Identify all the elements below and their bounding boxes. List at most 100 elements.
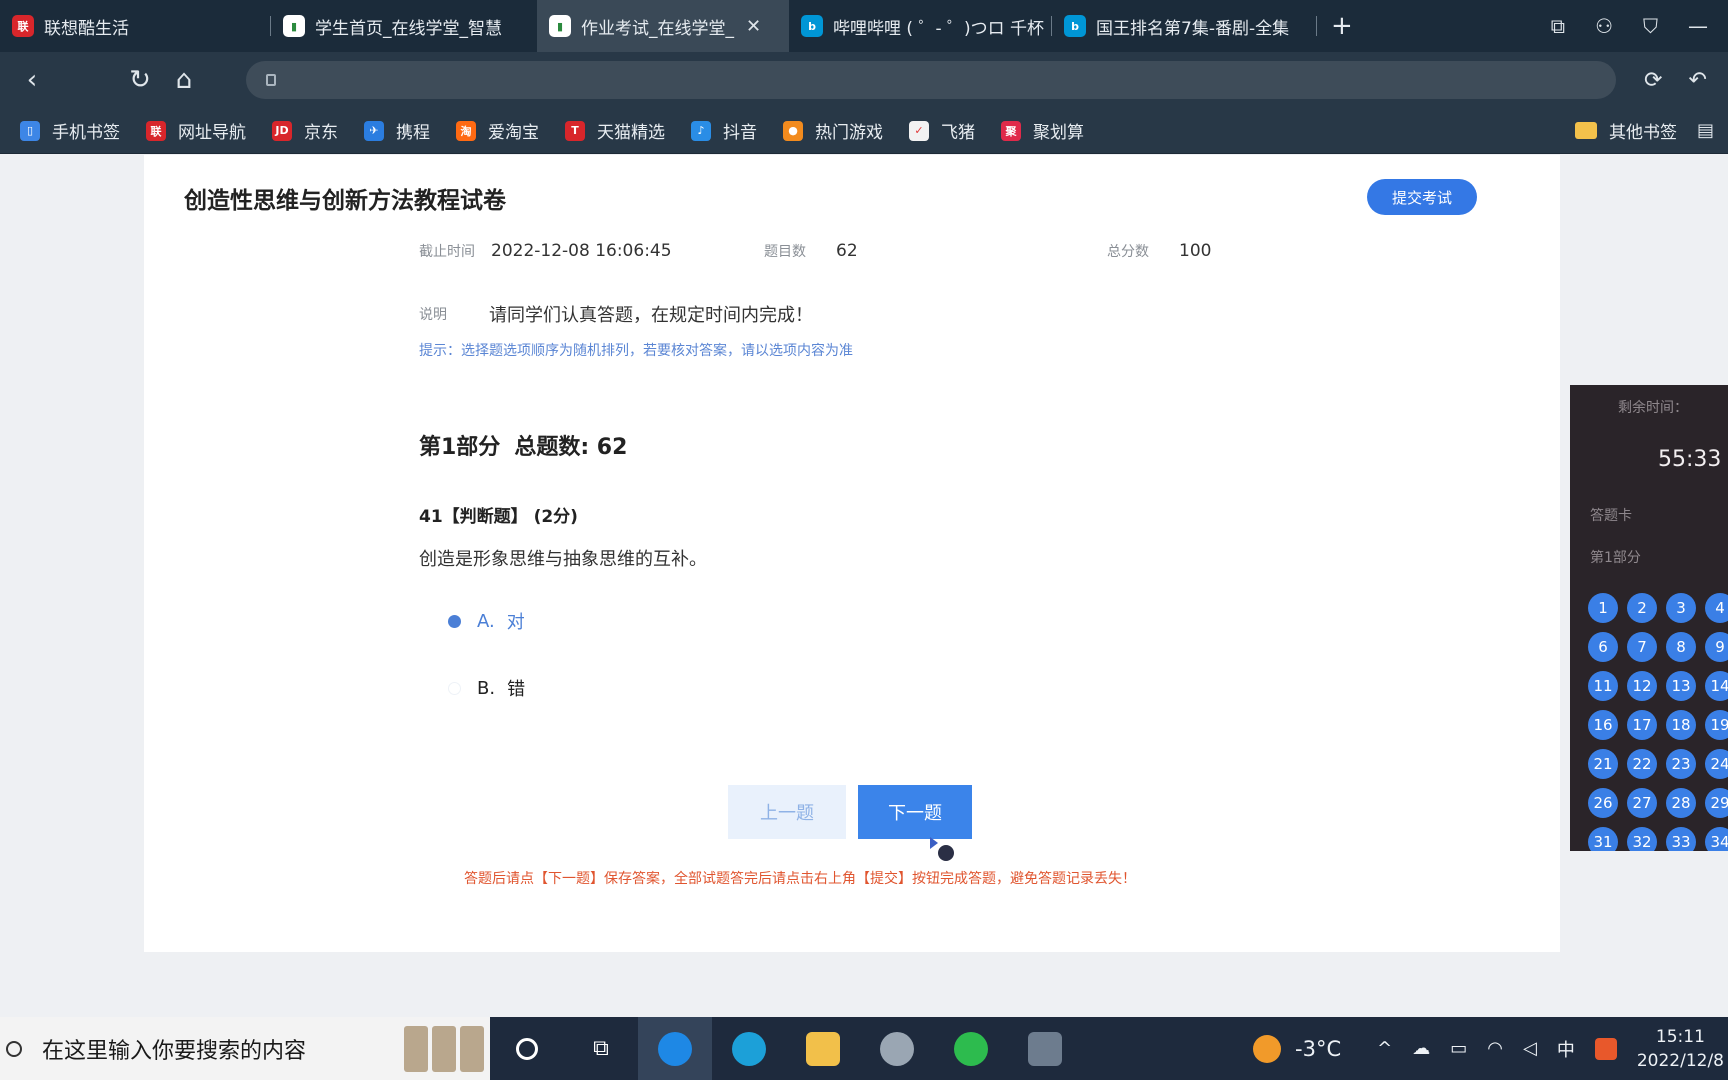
- prev-question-button[interactable]: 上一题: [728, 785, 846, 839]
- deadline-value: 2022-12-08 16:06:45: [491, 241, 672, 261]
- page-content: 创造性思维与创新方法教程试卷 提交考试 截止时间 2022-12-08 16:0…: [0, 155, 1728, 1017]
- question-number-button[interactable]: 17: [1627, 710, 1657, 740]
- url-field[interactable]: [246, 61, 1616, 99]
- skin-icon[interactable]: ⛉: [1643, 14, 1658, 38]
- bookmark-mobile[interactable]: ▯ 手机书签: [20, 118, 120, 143]
- wifi-icon[interactable]: ◠: [1487, 1038, 1503, 1059]
- option-a[interactable]: A. 对: [448, 608, 525, 634]
- question-number-button[interactable]: 34: [1705, 827, 1728, 851]
- xuetang-icon: ▮: [549, 15, 571, 37]
- bookmark-tmall[interactable]: T 天猫精选: [565, 118, 665, 143]
- volume-icon[interactable]: ◁: [1523, 1038, 1537, 1059]
- cortana-icon[interactable]: [490, 1017, 564, 1080]
- question-number-button[interactable]: 2: [1627, 593, 1657, 623]
- reading-list-icon[interactable]: ▤: [1697, 120, 1714, 141]
- question-number-button[interactable]: 16: [1588, 710, 1618, 740]
- question-number-button[interactable]: 7: [1627, 632, 1657, 662]
- edge-icon[interactable]: [712, 1017, 786, 1080]
- question-number-button[interactable]: 23: [1666, 749, 1696, 779]
- radio-selected-icon[interactable]: [448, 614, 461, 628]
- question-number-button[interactable]: 33: [1666, 827, 1696, 851]
- submit-exam-button[interactable]: 提交考试: [1367, 179, 1477, 215]
- next-question-button[interactable]: 下一题: [858, 785, 972, 839]
- pet-app-icon[interactable]: [860, 1017, 934, 1080]
- radio-empty-icon[interactable]: [448, 681, 461, 695]
- question-number-button[interactable]: 12: [1627, 671, 1657, 701]
- question-number-button[interactable]: 28: [1666, 788, 1696, 818]
- countdown-timer: 55:33: [1658, 447, 1722, 472]
- chevron-up-icon[interactable]: ^: [1377, 1038, 1392, 1059]
- exam-card: 创造性思维与创新方法教程试卷 提交考试 截止时间 2022-12-08 16:0…: [144, 155, 1560, 952]
- tab-bilibili-anime[interactable]: b 国王排名第7集-番剧-全集: [1052, 0, 1316, 52]
- question-number-button[interactable]: 19: [1705, 710, 1728, 740]
- tab-bilibili[interactable]: b 哔哩哔哩 ( ゜- ゜)つロ 千杯: [789, 0, 1051, 52]
- question-number-button[interactable]: 6: [1588, 632, 1618, 662]
- system-clock[interactable]: 15:11 2022/12/8: [1637, 1025, 1724, 1073]
- sync-icon[interactable]: ⟳: [1644, 68, 1662, 93]
- question-number-button[interactable]: 31: [1588, 827, 1618, 851]
- taskbar-apps: ⧉: [490, 1017, 1082, 1080]
- temperature[interactable]: -3°C: [1295, 1037, 1341, 1061]
- taskbar-search[interactable]: 在这里输入你要搜索的内容: [0, 1017, 490, 1080]
- incognito-icon[interactable]: ⚇: [1595, 14, 1613, 38]
- tab-exam[interactable]: ▮ 作业考试_在线学堂_ ✕: [537, 0, 789, 52]
- question-number-button[interactable]: 1: [1588, 593, 1618, 623]
- sogou-icon[interactable]: [1594, 1037, 1617, 1060]
- question-number-button[interactable]: 24: [1705, 749, 1728, 779]
- new-tab-button[interactable]: +: [1317, 11, 1367, 41]
- file-explorer-icon[interactable]: [786, 1017, 860, 1080]
- tab-lenovo[interactable]: 联 联想酷生活: [0, 0, 270, 52]
- remaining-time-label: 剩余时间：: [1618, 400, 1688, 416]
- search-icon: [6, 1040, 22, 1057]
- exam-title: 创造性思维与创新方法教程试卷: [184, 188, 506, 214]
- part-label: 第1部分: [1590, 550, 1641, 566]
- bookmark-ctrip[interactable]: ✈ 携程: [364, 118, 430, 143]
- question-number-button[interactable]: 22: [1627, 749, 1657, 779]
- question-number-button[interactable]: 29: [1705, 788, 1728, 818]
- bilibili-icon: b: [1064, 15, 1086, 37]
- question-number-button[interactable]: 11: [1588, 671, 1618, 701]
- bookmark-douyin[interactable]: ♪ 抖音: [691, 118, 757, 143]
- ime-indicator[interactable]: 中: [1557, 1036, 1575, 1062]
- tab-student-home[interactable]: ▮ 学生首页_在线学堂_智慧: [271, 0, 537, 52]
- question-number-button[interactable]: 26: [1588, 788, 1618, 818]
- question-number-button[interactable]: 18: [1666, 710, 1696, 740]
- juhuasuan-icon: 聚: [1001, 120, 1021, 141]
- question-number-button[interactable]: 8: [1666, 632, 1696, 662]
- battery-icon[interactable]: ▭: [1450, 1038, 1467, 1059]
- bookmark-nav[interactable]: 联 网址导航: [146, 118, 246, 143]
- question-number-button[interactable]: 14: [1705, 671, 1728, 701]
- question-number-button[interactable]: 32: [1627, 827, 1657, 851]
- folder-icon: [1574, 122, 1597, 139]
- bookmark-fliggy[interactable]: ✓ 飞猪: [909, 118, 975, 143]
- browser-app-icon[interactable]: [638, 1017, 712, 1080]
- system-tray: -3°C ^ ☁ ▭ ◠ ◁ 中 15:11 2022/12/8: [1253, 1017, 1728, 1080]
- option-b[interactable]: B. 错: [448, 675, 525, 701]
- bookmark-other[interactable]: 其他书签: [1574, 118, 1677, 143]
- task-view-icon[interactable]: ⧉: [564, 1017, 638, 1080]
- lenovo-icon: 联: [12, 15, 34, 37]
- bookmark-jd[interactable]: JD 京东: [272, 118, 338, 143]
- question-number-button[interactable]: 27: [1627, 788, 1657, 818]
- bookmark-juhuasuan[interactable]: 聚 聚划算: [1001, 118, 1084, 143]
- refresh-icon[interactable]: ↻: [118, 65, 162, 95]
- home-icon[interactable]: ⌂: [162, 65, 206, 95]
- back-icon[interactable]: ‹: [10, 65, 54, 95]
- lock-icon: [266, 74, 276, 86]
- app-icon[interactable]: [1008, 1017, 1082, 1080]
- question-number-button[interactable]: 9: [1705, 632, 1728, 662]
- cloud-icon[interactable]: ☁: [1412, 1038, 1430, 1059]
- wechat-icon[interactable]: [934, 1017, 1008, 1080]
- question-number-button[interactable]: 13: [1666, 671, 1696, 701]
- screenshot-icon[interactable]: ⧉: [1551, 14, 1565, 38]
- minimize-icon[interactable]: —: [1688, 14, 1708, 38]
- weather-sun-icon[interactable]: [1253, 1034, 1282, 1063]
- bookmark-taobao[interactable]: 淘 爱淘宝: [456, 118, 539, 143]
- question-number-button[interactable]: 3: [1666, 593, 1696, 623]
- undo-icon[interactable]: ↶: [1688, 68, 1706, 93]
- question-number-button[interactable]: 21: [1588, 749, 1618, 779]
- question-header: 41【判断题】 (2分): [419, 507, 578, 527]
- bookmark-games[interactable]: ● 热门游戏: [783, 118, 883, 143]
- question-number-button[interactable]: 4: [1705, 593, 1728, 623]
- close-icon[interactable]: ✕: [746, 16, 761, 37]
